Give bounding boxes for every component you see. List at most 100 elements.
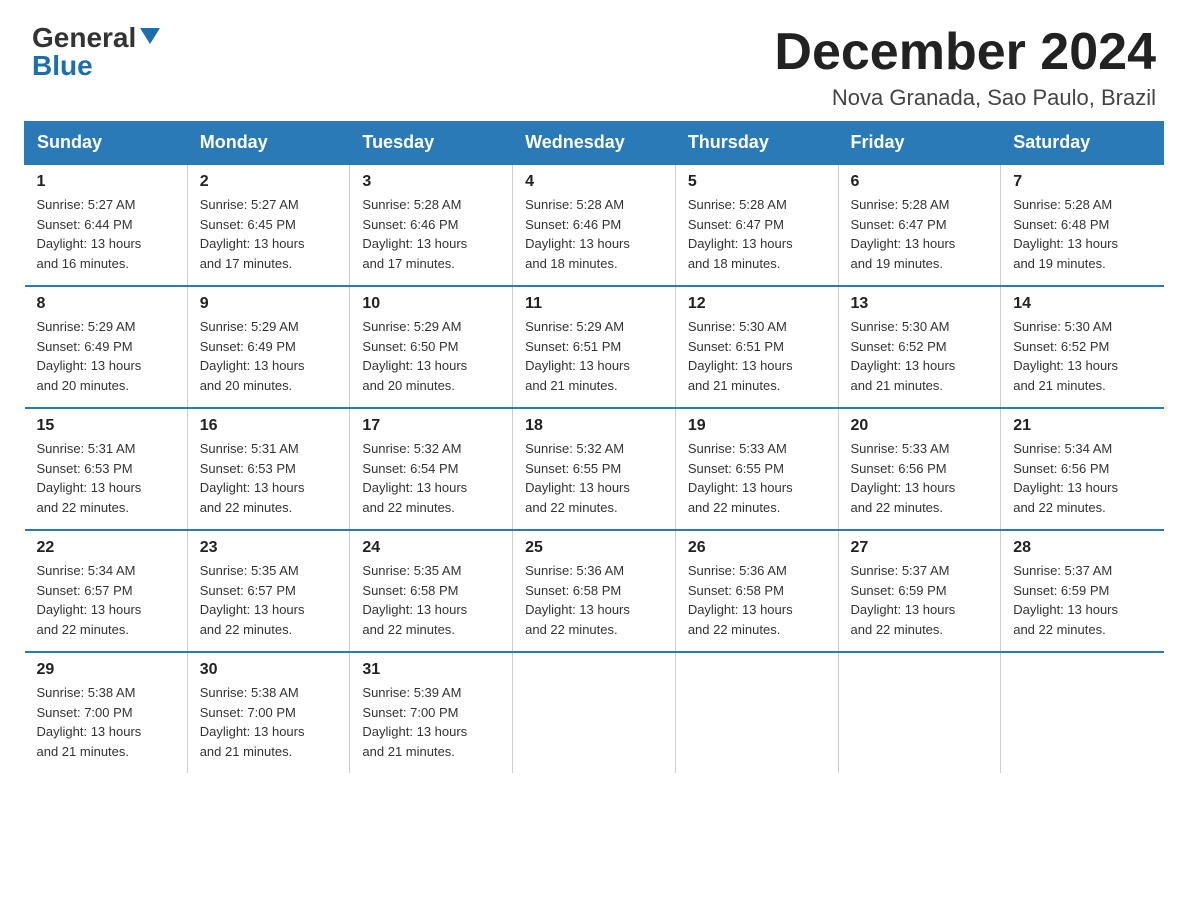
calendar-cell: 20 Sunrise: 5:33 AM Sunset: 6:56 PM Dayl… <box>838 408 1001 530</box>
day-number: 10 <box>362 295 500 313</box>
logo: General Blue <box>32 24 160 80</box>
day-number: 31 <box>362 661 500 679</box>
day-info: Sunrise: 5:29 AM Sunset: 6:49 PM Dayligh… <box>200 317 338 395</box>
calendar-cell: 6 Sunrise: 5:28 AM Sunset: 6:47 PM Dayli… <box>838 164 1001 286</box>
day-number: 18 <box>525 417 663 435</box>
calendar-cell: 12 Sunrise: 5:30 AM Sunset: 6:51 PM Dayl… <box>675 286 838 408</box>
day-info: Sunrise: 5:32 AM Sunset: 6:54 PM Dayligh… <box>362 439 500 517</box>
day-info: Sunrise: 5:29 AM Sunset: 6:51 PM Dayligh… <box>525 317 663 395</box>
calendar-cell: 14 Sunrise: 5:30 AM Sunset: 6:52 PM Dayl… <box>1001 286 1164 408</box>
calendar-week-row: 1 Sunrise: 5:27 AM Sunset: 6:44 PM Dayli… <box>25 164 1164 286</box>
calendar-week-row: 29 Sunrise: 5:38 AM Sunset: 7:00 PM Dayl… <box>25 652 1164 773</box>
day-info: Sunrise: 5:31 AM Sunset: 6:53 PM Dayligh… <box>200 439 338 517</box>
calendar-week-row: 8 Sunrise: 5:29 AM Sunset: 6:49 PM Dayli… <box>25 286 1164 408</box>
day-info: Sunrise: 5:31 AM Sunset: 6:53 PM Dayligh… <box>37 439 175 517</box>
day-info: Sunrise: 5:35 AM Sunset: 6:57 PM Dayligh… <box>200 561 338 639</box>
header-thursday: Thursday <box>675 122 838 165</box>
day-number: 27 <box>851 539 989 557</box>
day-info: Sunrise: 5:35 AM Sunset: 6:58 PM Dayligh… <box>362 561 500 639</box>
day-info: Sunrise: 5:33 AM Sunset: 6:55 PM Dayligh… <box>688 439 826 517</box>
day-info: Sunrise: 5:28 AM Sunset: 6:47 PM Dayligh… <box>851 195 989 273</box>
calendar-cell: 22 Sunrise: 5:34 AM Sunset: 6:57 PM Dayl… <box>25 530 188 652</box>
day-number: 3 <box>362 173 500 191</box>
day-number: 29 <box>37 661 175 679</box>
calendar-cell: 1 Sunrise: 5:27 AM Sunset: 6:44 PM Dayli… <box>25 164 188 286</box>
calendar-cell <box>1001 652 1164 773</box>
logo-general: General <box>32 24 136 52</box>
day-info: Sunrise: 5:38 AM Sunset: 7:00 PM Dayligh… <box>37 683 175 761</box>
calendar-cell: 5 Sunrise: 5:28 AM Sunset: 6:47 PM Dayli… <box>675 164 838 286</box>
day-info: Sunrise: 5:30 AM Sunset: 6:51 PM Dayligh… <box>688 317 826 395</box>
calendar-table: Sunday Monday Tuesday Wednesday Thursday… <box>24 121 1164 773</box>
calendar-header-row: Sunday Monday Tuesday Wednesday Thursday… <box>25 122 1164 165</box>
day-number: 9 <box>200 295 338 313</box>
calendar-cell: 29 Sunrise: 5:38 AM Sunset: 7:00 PM Dayl… <box>25 652 188 773</box>
day-info: Sunrise: 5:32 AM Sunset: 6:55 PM Dayligh… <box>525 439 663 517</box>
calendar-cell: 18 Sunrise: 5:32 AM Sunset: 6:55 PM Dayl… <box>513 408 676 530</box>
day-info: Sunrise: 5:33 AM Sunset: 6:56 PM Dayligh… <box>851 439 989 517</box>
day-info: Sunrise: 5:28 AM Sunset: 6:48 PM Dayligh… <box>1013 195 1151 273</box>
day-number: 28 <box>1013 539 1151 557</box>
day-info: Sunrise: 5:36 AM Sunset: 6:58 PM Dayligh… <box>525 561 663 639</box>
day-number: 11 <box>525 295 663 313</box>
day-info: Sunrise: 5:28 AM Sunset: 6:47 PM Dayligh… <box>688 195 826 273</box>
page-title: December 2024 <box>774 24 1156 81</box>
calendar-cell: 9 Sunrise: 5:29 AM Sunset: 6:49 PM Dayli… <box>187 286 350 408</box>
day-number: 25 <box>525 539 663 557</box>
day-info: Sunrise: 5:37 AM Sunset: 6:59 PM Dayligh… <box>1013 561 1151 639</box>
calendar-cell: 24 Sunrise: 5:35 AM Sunset: 6:58 PM Dayl… <box>350 530 513 652</box>
day-number: 17 <box>362 417 500 435</box>
calendar-cell: 15 Sunrise: 5:31 AM Sunset: 6:53 PM Dayl… <box>25 408 188 530</box>
calendar-cell: 11 Sunrise: 5:29 AM Sunset: 6:51 PM Dayl… <box>513 286 676 408</box>
calendar-cell: 23 Sunrise: 5:35 AM Sunset: 6:57 PM Dayl… <box>187 530 350 652</box>
day-info: Sunrise: 5:36 AM Sunset: 6:58 PM Dayligh… <box>688 561 826 639</box>
day-number: 13 <box>851 295 989 313</box>
day-info: Sunrise: 5:27 AM Sunset: 6:44 PM Dayligh… <box>37 195 175 273</box>
calendar-cell: 7 Sunrise: 5:28 AM Sunset: 6:48 PM Dayli… <box>1001 164 1164 286</box>
calendar-cell: 25 Sunrise: 5:36 AM Sunset: 6:58 PM Dayl… <box>513 530 676 652</box>
day-info: Sunrise: 5:29 AM Sunset: 6:50 PM Dayligh… <box>362 317 500 395</box>
day-number: 7 <box>1013 173 1151 191</box>
calendar-cell: 31 Sunrise: 5:39 AM Sunset: 7:00 PM Dayl… <box>350 652 513 773</box>
header-wednesday: Wednesday <box>513 122 676 165</box>
day-info: Sunrise: 5:30 AM Sunset: 6:52 PM Dayligh… <box>851 317 989 395</box>
day-number: 23 <box>200 539 338 557</box>
day-number: 21 <box>1013 417 1151 435</box>
day-number: 14 <box>1013 295 1151 313</box>
calendar-cell: 26 Sunrise: 5:36 AM Sunset: 6:58 PM Dayl… <box>675 530 838 652</box>
day-number: 22 <box>37 539 175 557</box>
day-number: 20 <box>851 417 989 435</box>
calendar-week-row: 15 Sunrise: 5:31 AM Sunset: 6:53 PM Dayl… <box>25 408 1164 530</box>
logo-blue: Blue <box>32 52 93 80</box>
day-number: 6 <box>851 173 989 191</box>
day-number: 19 <box>688 417 826 435</box>
calendar-wrapper: Sunday Monday Tuesday Wednesday Thursday… <box>0 121 1188 797</box>
day-info: Sunrise: 5:30 AM Sunset: 6:52 PM Dayligh… <box>1013 317 1151 395</box>
day-number: 16 <box>200 417 338 435</box>
calendar-cell: 27 Sunrise: 5:37 AM Sunset: 6:59 PM Dayl… <box>838 530 1001 652</box>
day-number: 5 <box>688 173 826 191</box>
calendar-cell <box>675 652 838 773</box>
header-friday: Friday <box>838 122 1001 165</box>
day-info: Sunrise: 5:34 AM Sunset: 6:57 PM Dayligh… <box>37 561 175 639</box>
page-subtitle: Nova Granada, Sao Paulo, Brazil <box>774 85 1156 111</box>
day-info: Sunrise: 5:29 AM Sunset: 6:49 PM Dayligh… <box>37 317 175 395</box>
header-monday: Monday <box>187 122 350 165</box>
calendar-cell: 13 Sunrise: 5:30 AM Sunset: 6:52 PM Dayl… <box>838 286 1001 408</box>
logo-triangle-icon <box>140 28 160 44</box>
day-number: 15 <box>37 417 175 435</box>
day-number: 8 <box>37 295 175 313</box>
calendar-cell <box>513 652 676 773</box>
day-number: 1 <box>37 173 175 191</box>
day-number: 4 <box>525 173 663 191</box>
day-number: 24 <box>362 539 500 557</box>
header-saturday: Saturday <box>1001 122 1164 165</box>
calendar-week-row: 22 Sunrise: 5:34 AM Sunset: 6:57 PM Dayl… <box>25 530 1164 652</box>
calendar-cell: 3 Sunrise: 5:28 AM Sunset: 6:46 PM Dayli… <box>350 164 513 286</box>
day-number: 2 <box>200 173 338 191</box>
day-info: Sunrise: 5:28 AM Sunset: 6:46 PM Dayligh… <box>362 195 500 273</box>
calendar-cell: 16 Sunrise: 5:31 AM Sunset: 6:53 PM Dayl… <box>187 408 350 530</box>
calendar-cell <box>838 652 1001 773</box>
day-number: 26 <box>688 539 826 557</box>
day-number: 30 <box>200 661 338 679</box>
